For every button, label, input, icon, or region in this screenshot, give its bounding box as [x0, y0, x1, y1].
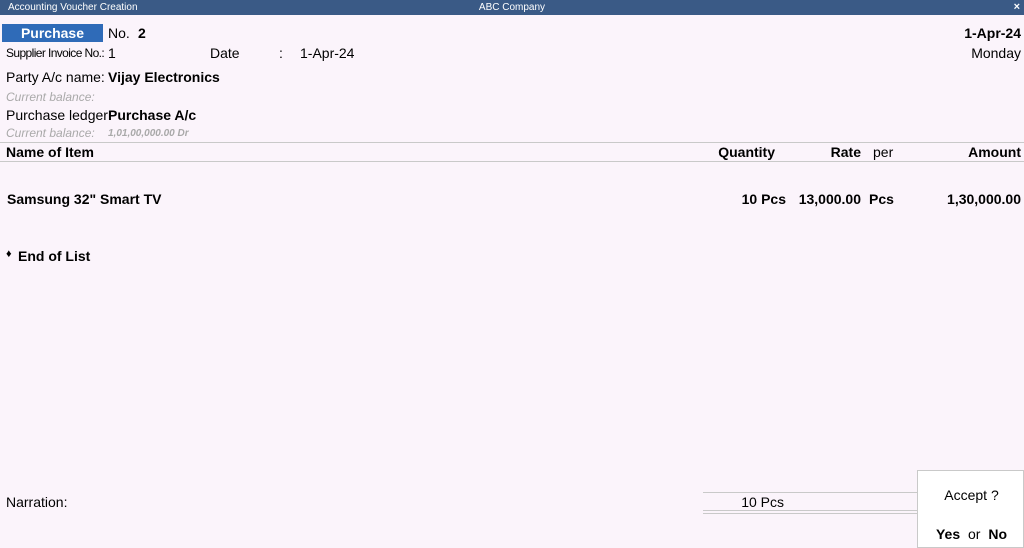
- or-text: or: [968, 526, 981, 542]
- date-label: Date: [210, 45, 240, 61]
- party-field[interactable]: Vijay Electronics: [108, 69, 220, 85]
- supplier-invoice-label: Supplier Invoice No.:: [6, 46, 105, 60]
- purchase-ledger-field[interactable]: Purchase A/c: [108, 107, 196, 123]
- accept-question: Accept ?: [944, 487, 999, 503]
- total-bottom-divider-2: [703, 513, 918, 514]
- col-header-rate: Rate: [830, 144, 861, 160]
- total-top-divider: [703, 492, 918, 493]
- supplier-invoice-field[interactable]: 1: [108, 45, 116, 61]
- accept-dialog: Accept ? Yes or No: [917, 470, 1024, 548]
- col-header-amount: Amount: [968, 144, 1021, 160]
- ledger-balance-label: Current balance:: [6, 126, 95, 140]
- header-bottom-divider: [0, 161, 1024, 162]
- total-quantity: 10 Pcs: [741, 494, 784, 510]
- date-colon: :: [279, 45, 283, 61]
- title-bar: Accounting Voucher Creation ABC Company …: [0, 0, 1024, 15]
- row-quantity[interactable]: 10 Pcs: [742, 191, 786, 207]
- ledger-balance-value: 1,01,00,000.00 Dr: [108, 128, 189, 139]
- col-header-quantity: Quantity: [718, 144, 775, 160]
- accept-options: Yes or No: [918, 526, 1024, 542]
- no-button[interactable]: No: [988, 526, 1007, 542]
- purchase-ledger-label: Purchase ledger:: [6, 107, 112, 123]
- voucher-day: Monday: [971, 45, 1021, 61]
- close-icon[interactable]: ×: [1014, 0, 1020, 15]
- row-amount[interactable]: 1,30,000.00: [947, 191, 1021, 207]
- total-bottom-divider-1: [703, 510, 918, 511]
- row-per[interactable]: Pcs: [869, 191, 894, 207]
- col-header-item: Name of Item: [6, 144, 94, 160]
- header-top-divider: [0, 142, 1024, 143]
- party-balance-label: Current balance:: [6, 90, 95, 104]
- voucher-date[interactable]: 1-Apr-24: [964, 25, 1021, 41]
- voucher-no-value[interactable]: 2: [138, 25, 146, 41]
- end-of-list-bullet-icon: ♦: [6, 248, 12, 260]
- row-rate[interactable]: 13,000.00: [799, 191, 861, 207]
- end-of-list[interactable]: End of List: [18, 248, 90, 264]
- voucher-no-label: No.: [108, 25, 130, 41]
- col-header-per: per: [873, 144, 894, 160]
- narration-label: Narration:: [6, 494, 68, 510]
- company-name: ABC Company: [478, 2, 546, 13]
- date-field[interactable]: 1-Apr-24: [300, 45, 354, 61]
- row-item-name[interactable]: Samsung 32" Smart TV: [7, 191, 161, 207]
- party-label: Party A/c name:: [6, 69, 105, 85]
- yes-button[interactable]: Yes: [936, 526, 960, 542]
- voucher-type-badge[interactable]: Purchase: [2, 24, 103, 42]
